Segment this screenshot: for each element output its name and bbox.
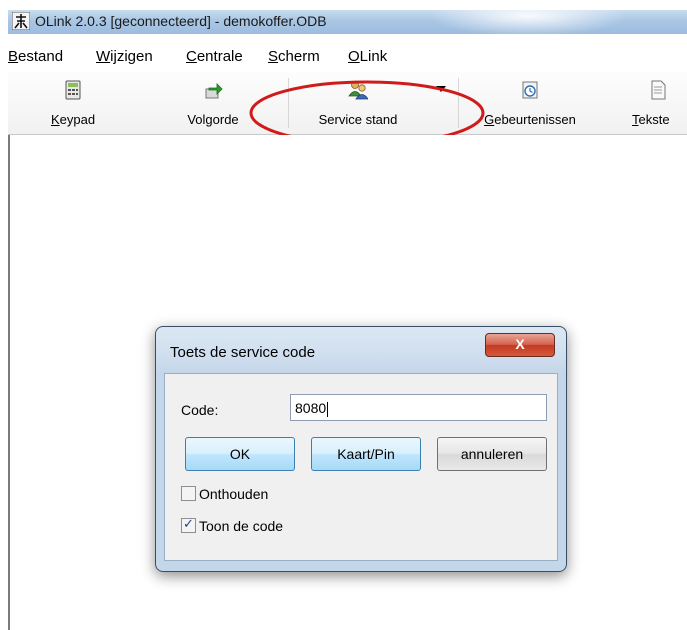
close-icon: X — [515, 336, 525, 352]
annuleren-button[interactable]: annuleren — [437, 437, 547, 471]
service-code-dialog: Toets de service code X Code: 8080 OK Ka… — [155, 326, 567, 572]
document-icon — [651, 80, 666, 100]
menu-centrale-label: entrale — [196, 48, 243, 65]
keypad-label: Keypad — [28, 112, 118, 127]
code-input[interactable]: 8080 — [290, 394, 547, 421]
onthouden-checkbox[interactable] — [181, 486, 196, 501]
keypad-icon — [65, 80, 81, 100]
title-bar-glow — [428, 0, 628, 36]
menu-centrale[interactable]: Centrale — [186, 48, 243, 65]
title-bar[interactable]: OLink 2.0.3 [geconnecteerd] - demokoffer… — [8, 0, 687, 36]
menu-bestand[interactable]: Bestand — [8, 48, 63, 65]
menu-wijzigen-mnemonic: W — [96, 48, 111, 65]
toon-de-code-label: Toon de code — [199, 518, 284, 534]
checkmark-icon: ✓ — [183, 516, 194, 531]
toon-de-code-checkbox-row[interactable]: ✓ Toon de code — [181, 516, 284, 534]
app-icon — [12, 12, 30, 30]
code-input-value: 8080 — [295, 400, 327, 416]
window-title: OLink 2.0.3 [geconnecteerd] - demokoffer… — [35, 13, 327, 29]
menu-bestand-label: estand — [18, 48, 64, 65]
teksten-label-text: ekste — [638, 112, 670, 127]
ok-button[interactable]: OK — [185, 437, 295, 471]
menu-wijzigen[interactable]: Wijzigen — [96, 48, 153, 65]
toon-de-code-checkbox[interactable]: ✓ — [181, 516, 196, 533]
keypad-button[interactable]: Keypad — [28, 78, 118, 130]
menu-olink-label: Link — [359, 48, 388, 65]
menu-bar: Bestand Wijzigen Centrale Scherm OLink — [8, 36, 687, 69]
menu-bestand-mnemonic: B — [8, 48, 19, 65]
menu-scherm[interactable]: Scherm — [268, 48, 320, 65]
text-caret — [327, 401, 329, 417]
menu-scherm-label: cherm — [278, 48, 320, 65]
onthouden-label: Onthouden — [199, 486, 269, 502]
onthouden-checkbox-row[interactable]: Onthouden — [181, 486, 268, 502]
keypad-label-text: eypad — [59, 112, 96, 127]
dialog-close-button[interactable]: X — [485, 333, 555, 357]
menu-centrale-mnemonic: C — [186, 48, 197, 65]
kaart-pin-button[interactable]: Kaart/Pin — [311, 437, 421, 471]
teksten-button[interactable]: Tekste — [630, 78, 687, 130]
menu-olink-mnemonic: O — [348, 48, 360, 65]
menu-wijzigen-label: ijzigen — [110, 48, 153, 65]
keypad-mnemonic: K — [50, 112, 60, 127]
menu-scherm-mnemonic: S — [268, 48, 279, 65]
dialog-content: Code: 8080 OK Kaart/Pin annuleren Onthou… — [164, 373, 558, 561]
menu-olink[interactable]: OLink — [348, 48, 387, 65]
events-clock-icon — [522, 81, 538, 99]
gebeurtenissen-label-text: ebeurtenissen — [494, 112, 576, 127]
sequence-arrow-icon — [205, 83, 223, 99]
code-label: Code: — [181, 402, 219, 418]
dialog-title: Toets de service code — [170, 344, 316, 361]
teksten-label: Tekste — [632, 112, 687, 127]
